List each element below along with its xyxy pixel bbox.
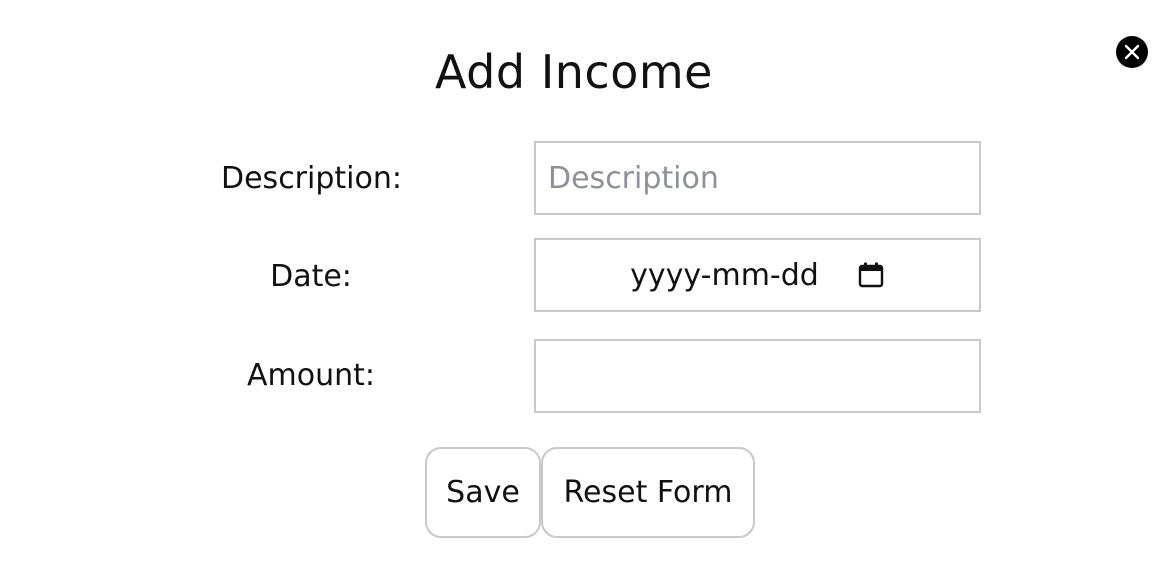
description-input[interactable] <box>534 141 981 215</box>
reset-form-button[interactable]: Reset Form <box>541 447 755 538</box>
date-label: Date: <box>270 259 352 294</box>
save-button[interactable]: Save <box>425 447 541 538</box>
date-placeholder: yyyy-mm-dd <box>630 257 819 293</box>
calendar-icon[interactable] <box>857 261 885 289</box>
modal-title: Add Income <box>435 45 713 99</box>
description-label: Description: <box>221 161 402 196</box>
amount-label: Amount: <box>247 358 375 393</box>
add-income-modal: Add Income Description: Date: yyyy-mm-dd… <box>0 0 1174 572</box>
date-input[interactable]: yyyy-mm-dd <box>534 238 981 312</box>
amount-input[interactable] <box>534 339 981 413</box>
